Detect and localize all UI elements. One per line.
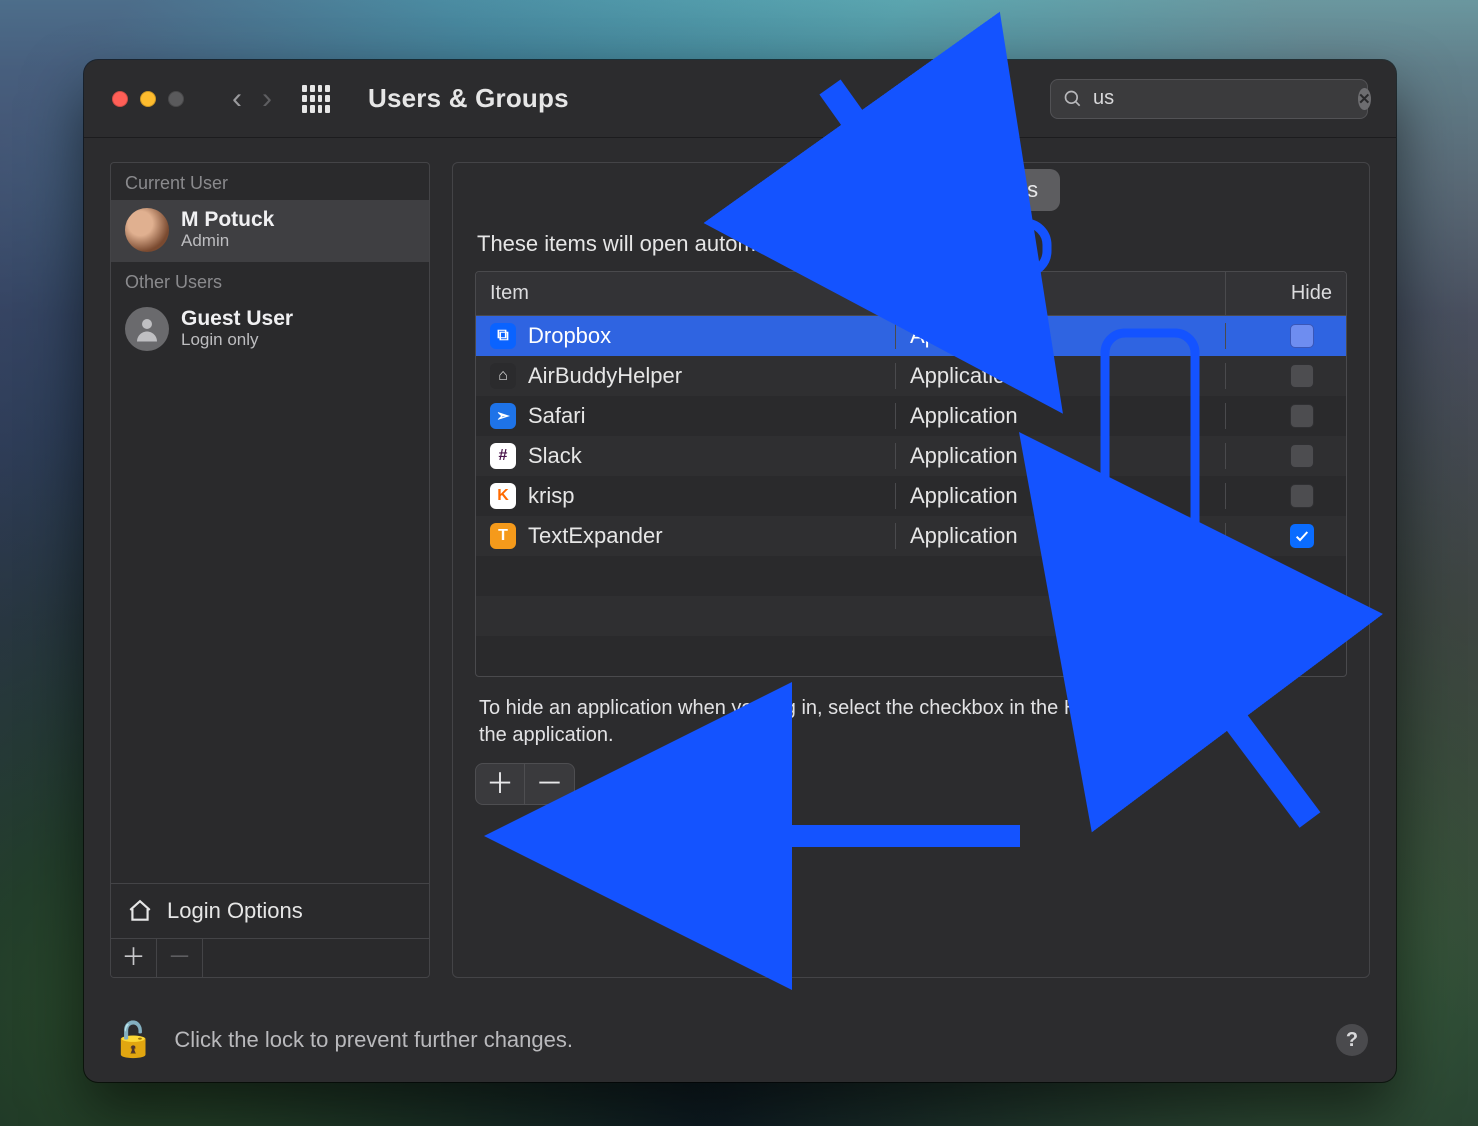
help-button[interactable]: ? — [1336, 1024, 1368, 1056]
table-row[interactable]: ⌂ AirBuddyHelper Application — [476, 356, 1346, 396]
table-row[interactable]: T TextExpander Application — [476, 516, 1346, 556]
item-add-remove: ＋ － — [475, 763, 1347, 805]
user-role: Admin — [181, 231, 274, 251]
hide-checkbox[interactable] — [1290, 484, 1314, 508]
sidebar-user-current[interactable]: M Potuck Admin — [111, 200, 429, 262]
login-options-button[interactable]: Login Options — [111, 883, 429, 938]
item-name: krisp — [528, 483, 574, 509]
lock-hint: Click the lock to prevent further change… — [174, 1027, 573, 1053]
table-row — [476, 596, 1346, 636]
table-row[interactable]: # Slack Application — [476, 436, 1346, 476]
table-row[interactable]: ⧉ Dropbox Application — [476, 316, 1346, 356]
show-all-prefs-button[interactable] — [302, 85, 330, 113]
app-icon: K — [490, 483, 516, 509]
login-items-table: Item Kind Hide ⧉ Dropbox Application ⌂ AirBu… — [475, 271, 1347, 677]
login-items-hint: These items will open automatically when… — [475, 225, 1347, 271]
table-row[interactable]: ➣ Safari Application — [476, 396, 1346, 436]
item-kind: Application — [896, 403, 1226, 429]
app-icon: ⧉ — [490, 323, 516, 349]
app-icon: # — [490, 443, 516, 469]
system-preferences-window: ‹ › Users & Groups ✕ Current User M Potu… — [84, 60, 1396, 1082]
avatar — [125, 307, 169, 351]
close-window-button[interactable] — [112, 91, 128, 107]
item-name: Slack — [528, 443, 582, 469]
sidebar-user-guest[interactable]: Guest User Login only — [111, 299, 429, 361]
main-panel: Password Login Items These items will op… — [452, 162, 1370, 978]
login-options-label: Login Options — [167, 898, 303, 924]
sidebar-heading-current: Current User — [111, 163, 429, 200]
tab-password[interactable]: Password — [762, 169, 903, 211]
item-name: AirBuddyHelper — [528, 363, 682, 389]
search-input[interactable] — [1093, 87, 1358, 110]
zoom-window-button[interactable] — [168, 91, 184, 107]
hide-checkbox[interactable] — [1290, 364, 1314, 388]
house-icon — [125, 898, 155, 924]
nav-arrows: ‹ › — [232, 82, 272, 116]
table-row — [476, 636, 1346, 676]
window-toolbar: ‹ › Users & Groups ✕ — [84, 60, 1396, 138]
user-name: Guest User — [181, 308, 293, 330]
hide-checkbox[interactable] — [1290, 444, 1314, 468]
pane-title: Users & Groups — [368, 83, 569, 114]
item-kind: Application — [896, 523, 1226, 549]
item-kind: Application — [896, 483, 1226, 509]
item-name: TextExpander — [528, 523, 663, 549]
remove-user-button[interactable]: － — [157, 939, 203, 977]
forward-button[interactable]: › — [262, 82, 272, 116]
hide-checkbox[interactable] — [1290, 524, 1314, 548]
users-sidebar: Current User M Potuck Admin Other Users … — [110, 162, 430, 978]
window-footer: 🔓 Click the lock to prevent further chan… — [84, 998, 1396, 1082]
tab-login-items[interactable]: Login Items — [902, 169, 1060, 211]
col-hide[interactable]: Hide — [1226, 272, 1346, 315]
hide-checkbox[interactable] — [1290, 404, 1314, 428]
clear-search-button[interactable]: ✕ — [1358, 88, 1371, 110]
item-kind: Application — [896, 363, 1226, 389]
table-row[interactable]: Kkrisp Application — [476, 476, 1346, 516]
table-header: Item Kind Hide — [476, 272, 1346, 316]
back-button[interactable]: ‹ — [232, 82, 242, 116]
minimize-window-button[interactable] — [140, 91, 156, 107]
col-kind[interactable]: Kind — [896, 272, 1226, 315]
hide-note: To hide an application when you log in, … — [475, 677, 1255, 757]
add-user-button[interactable]: ＋ — [111, 939, 157, 977]
avatar — [125, 208, 169, 252]
item-name: Safari — [528, 403, 585, 429]
item-kind: Application — [896, 443, 1226, 469]
window-traffic-lights — [112, 91, 184, 107]
sidebar-heading-other: Other Users — [111, 262, 429, 299]
add-login-item-button[interactable]: ＋ — [475, 763, 525, 805]
table-row — [476, 556, 1346, 596]
app-icon: T — [490, 523, 516, 549]
hide-checkbox[interactable] — [1290, 324, 1314, 348]
col-item[interactable]: Item — [476, 272, 896, 315]
remove-login-item-button[interactable]: － — [525, 763, 575, 805]
item-name: Dropbox — [528, 323, 611, 349]
app-icon: ➣ — [490, 403, 516, 429]
item-kind: Application — [896, 323, 1226, 349]
user-role: Login only — [181, 330, 293, 350]
search-icon — [1063, 89, 1083, 109]
app-icon: ⌂ — [490, 363, 516, 389]
lock-icon[interactable]: 🔓 — [112, 1020, 154, 1060]
tab-segment: Password Login Items — [762, 169, 1060, 211]
sidebar-add-remove: ＋ － — [111, 938, 429, 977]
search-field[interactable]: ✕ — [1050, 79, 1368, 119]
user-name: M Potuck — [181, 209, 274, 231]
